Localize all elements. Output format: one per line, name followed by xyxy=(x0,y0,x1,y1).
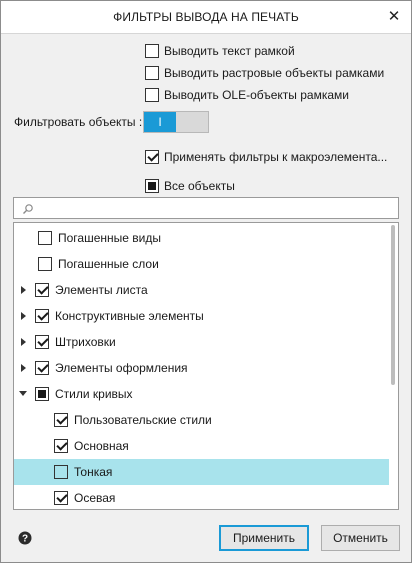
scrollbar-thumb[interactable] xyxy=(391,225,395,385)
tree-row-checkbox[interactable] xyxy=(38,257,52,271)
dialog-title: ФИЛЬТРЫ ВЫВОДА НА ПЕЧАТЬ xyxy=(113,10,299,24)
tree-row[interactable]: Погашенные слои xyxy=(14,251,389,277)
tree-row-checkbox[interactable] xyxy=(54,465,68,479)
expand-right-icon[interactable] xyxy=(18,310,28,322)
tree-row-label: Погашенные виды xyxy=(58,231,161,245)
tree-row-label: Пользовательские стили xyxy=(74,413,212,427)
tree-row-checkbox[interactable] xyxy=(35,387,49,401)
tree-row[interactable]: Конструктивные элементы xyxy=(14,303,389,329)
tree-row-label: Осевая xyxy=(74,491,116,505)
checkbox-apply-to-macro[interactable]: Применять фильтры к макроэлемента... xyxy=(145,148,387,166)
checkbox-label: Выводить OLE-объекты рамками xyxy=(164,88,349,102)
filter-objects-toggle[interactable]: I xyxy=(143,111,209,133)
checkbox-all-objects[interactable]: Все объекты xyxy=(145,177,235,195)
search-input[interactable] xyxy=(38,200,392,218)
checkbox-box[interactable] xyxy=(145,150,159,164)
tree-row-checkbox[interactable] xyxy=(35,309,49,323)
tree-row[interactable]: Пользовательские стили xyxy=(14,407,389,433)
tree-row-checkbox[interactable] xyxy=(35,283,49,297)
tree-row[interactable]: Стили кривых xyxy=(14,381,389,407)
checkbox-box[interactable] xyxy=(145,44,159,58)
expand-right-icon[interactable] xyxy=(18,284,28,296)
toggle-off-segment xyxy=(176,112,208,132)
tree-row[interactable]: Тонкая xyxy=(14,459,389,485)
tree-row-label: Конструктивные элементы xyxy=(55,309,204,323)
checkbox-raster-as-frame[interactable]: Выводить растровые объекты рамками xyxy=(145,64,384,82)
cancel-button[interactable]: Отменить xyxy=(321,525,400,551)
filter-objects-label: Фильтровать объекты : xyxy=(14,115,143,129)
tree-row[interactable]: Элементы оформления xyxy=(14,355,389,381)
question-circle-icon[interactable]: ? xyxy=(18,531,32,545)
expand-right-icon[interactable] xyxy=(18,336,28,348)
tree-row-checkbox[interactable] xyxy=(54,491,68,505)
tree-row-label: Штриховки xyxy=(55,335,116,349)
tree-row-label: Стили кривых xyxy=(55,387,133,401)
title-bar: ФИЛЬТРЫ ВЫВОДА НА ПЕЧАТЬ ✕ xyxy=(1,1,411,34)
tree-row-checkbox[interactable] xyxy=(35,361,49,375)
checkbox-label: Все объекты xyxy=(164,179,235,193)
tree-scrollbar[interactable] xyxy=(388,223,398,509)
svg-text:?: ? xyxy=(22,534,28,545)
tree-row-label: Элементы оформления xyxy=(55,361,188,375)
tree-row-label: Погашенные слои xyxy=(58,257,159,271)
tree-row[interactable]: Осевая xyxy=(14,485,389,509)
checkbox-ole-as-frame[interactable]: Выводить OLE-объекты рамками xyxy=(145,86,349,104)
checkbox-label: Применять фильтры к макроэлемента... xyxy=(164,150,388,164)
tree-row[interactable]: Погашенные виды xyxy=(14,225,389,251)
tree-row-checkbox[interactable] xyxy=(35,335,49,349)
expand-right-icon[interactable] xyxy=(18,362,28,374)
search-field[interactable] xyxy=(13,197,399,219)
checkbox-text-as-frame[interactable]: Выводить текст рамкой xyxy=(145,42,295,60)
apply-button[interactable]: Применить xyxy=(219,525,309,551)
tree-row[interactable]: Элементы листа xyxy=(14,277,389,303)
checkbox-box[interactable] xyxy=(145,66,159,80)
tree-row-checkbox[interactable] xyxy=(54,439,68,453)
checkbox-label: Выводить растровые объекты рамками xyxy=(164,66,385,80)
tree-row[interactable]: Основная xyxy=(14,433,389,459)
print-filters-dialog: ФИЛЬТРЫ ВЫВОДА НА ПЕЧАТЬ ✕ Выводить текс… xyxy=(0,0,412,563)
checkbox-box[interactable] xyxy=(145,88,159,102)
object-filter-tree[interactable]: Погашенные виды Погашенные слои Элементы л… xyxy=(13,222,399,510)
toggle-on-segment: I xyxy=(144,112,176,132)
tree-row-label: Тонкая xyxy=(74,465,113,479)
tree-row-checkbox[interactable] xyxy=(54,413,68,427)
checkbox-label: Выводить текст рамкой xyxy=(164,44,295,58)
close-button[interactable]: ✕ xyxy=(377,1,411,33)
tree-row-label: Элементы листа xyxy=(55,283,148,297)
close-icon: ✕ xyxy=(387,8,401,25)
search-icon xyxy=(23,204,33,214)
expand-down-icon[interactable] xyxy=(18,388,28,400)
tree-row-label: Основная xyxy=(74,439,129,453)
tree-row[interactable]: Штриховки xyxy=(14,329,389,355)
checkbox-box[interactable] xyxy=(145,179,159,193)
tree-row-checkbox[interactable] xyxy=(38,231,52,245)
